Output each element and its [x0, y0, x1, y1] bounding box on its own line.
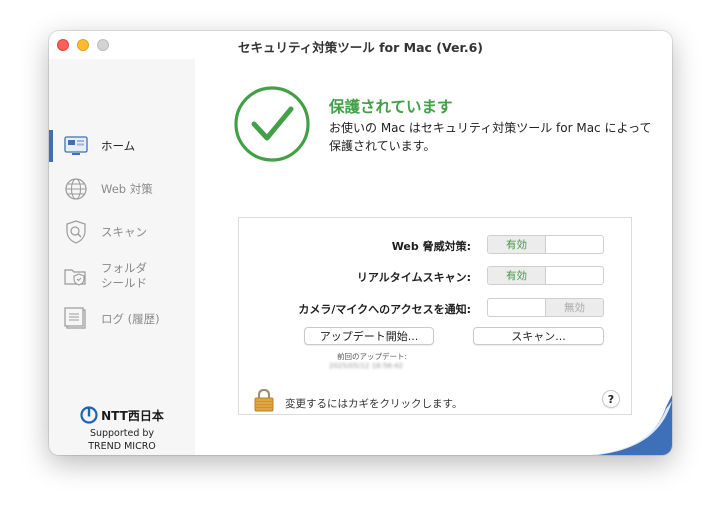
web-threat-on[interactable]: 有効	[488, 236, 545, 253]
sidebar-item-log[interactable]: ログ (履歴)	[49, 302, 195, 336]
sidebar-item-home[interactable]: ホーム	[49, 129, 195, 163]
sidebar-item-folder-shield[interactable]: フォルダ シールド	[49, 256, 195, 296]
status-description: お使いの Mac はセキュリティ対策ツール for Mac によって保護されてい…	[329, 121, 652, 153]
realtime-scan-label: リアルタイムスキャン:	[356, 271, 471, 284]
scan-button[interactable]: スキャン...	[473, 327, 604, 345]
camera-mic-on[interactable]	[488, 299, 545, 316]
globe-icon	[65, 178, 87, 200]
settings-panel: Web 脅威対策: 有効 リアルタイムスキャン: 有効 カメラ/マイクへのアクセ…	[238, 217, 632, 415]
app-window: セキュリティ対策ツール for Mac (Ver.6) ホーム Web 対策 ス…	[49, 31, 672, 455]
supported-by-text: Supported by	[89, 428, 155, 439]
realtime-scan-off[interactable]	[545, 267, 603, 284]
log-icon	[64, 307, 86, 329]
check-circle-icon	[234, 86, 310, 162]
sidebar-item-label: ログ (履歴)	[101, 311, 160, 326]
vendor-name: TREND MICRO	[88, 441, 156, 452]
web-threat-toggle[interactable]: 有効	[487, 235, 604, 254]
lock-hint-text: 変更するにはカギをクリックします。	[285, 398, 463, 410]
sidebar-item-label: フォルダ シールド	[101, 261, 147, 290]
title-bar: セキュリティ対策ツール for Mac (Ver.6)	[49, 31, 672, 59]
scan-shield-icon	[66, 220, 86, 244]
last-update-label: 前回のアップデート:	[337, 352, 408, 361]
realtime-scan-on[interactable]: 有効	[488, 267, 545, 284]
folder-shield-icon	[64, 269, 86, 286]
status-title: 保護されています	[329, 98, 453, 116]
brand-block: NTT西日本 Supported by TREND MICRO	[49, 406, 195, 453]
sidebar: ホーム Web 対策 スキャン フォルダ シールド ログ (履歴) NTT西日本…	[49, 59, 195, 455]
last-update-value: 2025/05/12 18:58:42	[329, 362, 404, 370]
web-threat-off[interactable]	[545, 236, 603, 253]
window-title: セキュリティ対策ツール for Mac (Ver.6)	[237, 40, 483, 55]
ntt-logo-icon	[80, 406, 98, 424]
brand-logo: NTT西日本	[49, 406, 195, 424]
lock-icon[interactable]	[253, 388, 275, 412]
sidebar-item-web[interactable]: Web 対策	[49, 172, 195, 206]
sidebar-item-label: スキャン	[101, 224, 147, 239]
camera-mic-label: カメラ/マイクへのアクセスを通知:	[298, 303, 471, 316]
sidebar-item-scan[interactable]: スキャン	[49, 215, 195, 249]
sidebar-item-label: Web 対策	[101, 181, 153, 196]
corner-decoration	[592, 395, 672, 455]
camera-mic-toggle[interactable]: 無効	[487, 298, 604, 317]
home-monitor-icon	[64, 136, 88, 155]
brand-logo-text: NTT西日本	[101, 408, 164, 423]
web-threat-label: Web 脅威対策:	[391, 240, 471, 253]
camera-mic-off[interactable]: 無効	[545, 299, 603, 316]
sidebar-item-label: ホーム	[101, 138, 136, 153]
realtime-scan-toggle[interactable]: 有効	[487, 266, 604, 285]
update-button[interactable]: アップデート開始...	[304, 327, 434, 345]
